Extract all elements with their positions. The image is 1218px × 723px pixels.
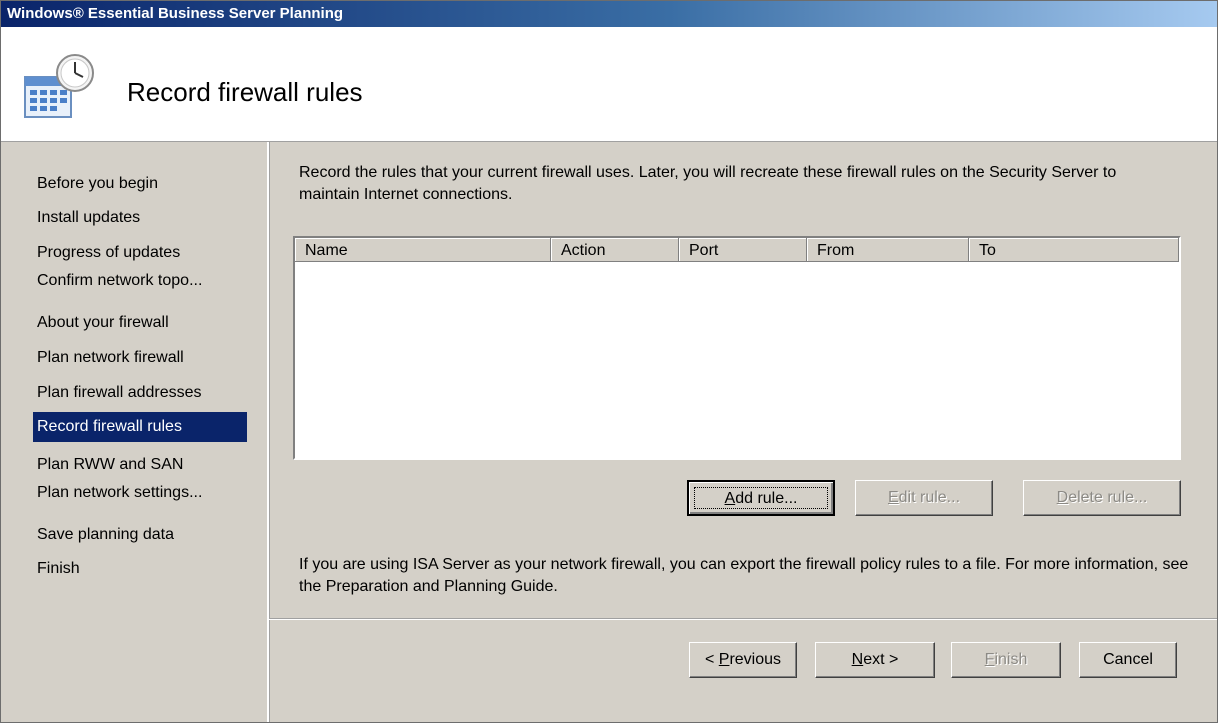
column-header-action[interactable]: Action xyxy=(551,238,679,262)
column-header-name[interactable]: Name xyxy=(295,238,551,262)
title-bar: Windows® Essential Business Server Plann… xyxy=(1,1,1217,27)
column-header-to[interactable]: To xyxy=(969,238,1179,262)
isa-export-note: If you are using ISA Server as your netw… xyxy=(299,556,1189,595)
sidebar-item-finish[interactable]: Finish xyxy=(33,554,247,584)
calendar-clock-icon xyxy=(23,51,99,123)
sidebar-item-install-updates[interactable]: Install updates xyxy=(33,203,247,233)
list-header: Name Action Port From To xyxy=(295,238,1179,262)
wizard-header: Record firewall rules xyxy=(1,27,1217,142)
sidebar-item-progress-of-updates[interactable]: Progress of updates xyxy=(33,238,247,268)
firewall-rules-list[interactable]: Name Action Port From To xyxy=(293,236,1181,460)
wizard-content: Record the rules that your current firew… xyxy=(269,142,1217,722)
add-rule-button[interactable]: Add rule... xyxy=(687,480,835,516)
sidebar-item-plan-network-firewall[interactable]: Plan network firewall xyxy=(33,343,247,373)
sidebar-item-plan-network-settings[interactable]: Plan network settings... xyxy=(33,478,247,508)
sidebar-item-plan-firewall-addresses[interactable]: Plan firewall addresses xyxy=(33,378,247,408)
window-title: Windows® Essential Business Server Plann… xyxy=(7,5,344,22)
sidebar-item-plan-rww-and-san[interactable]: Plan RWW and SAN xyxy=(33,450,247,480)
delete-rule-button[interactable]: Delete rule... xyxy=(1023,480,1181,516)
wizard-step-list: Before you begin Install updates Progres… xyxy=(1,142,269,722)
previous-button[interactable]: < Previous xyxy=(689,642,797,678)
column-header-port[interactable]: Port xyxy=(679,238,807,262)
page-title: Record firewall rules xyxy=(127,77,363,107)
intro-text: Record the rules that your current firew… xyxy=(299,164,1117,203)
sidebar-item-record-firewall-rules[interactable]: Record firewall rules xyxy=(33,412,247,442)
sidebar-item-save-planning-data[interactable]: Save planning data xyxy=(33,520,247,550)
focus-rectangle xyxy=(694,487,828,509)
cancel-button[interactable]: Cancel xyxy=(1079,642,1177,678)
sidebar-item-before-you-begin[interactable]: Before you begin xyxy=(33,169,247,199)
next-button[interactable]: Next > xyxy=(815,642,935,678)
column-header-from[interactable]: From xyxy=(807,238,969,262)
footer-divider xyxy=(269,618,1217,620)
finish-button[interactable]: Finish xyxy=(951,642,1061,678)
sidebar-item-confirm-network-topology[interactable]: Confirm network topo... xyxy=(33,266,247,296)
sidebar-item-about-your-firewall[interactable]: About your firewall xyxy=(33,308,247,338)
edit-rule-button[interactable]: Edit rule... xyxy=(855,480,993,516)
wizard-window: Windows® Essential Business Server Plann… xyxy=(0,0,1218,723)
